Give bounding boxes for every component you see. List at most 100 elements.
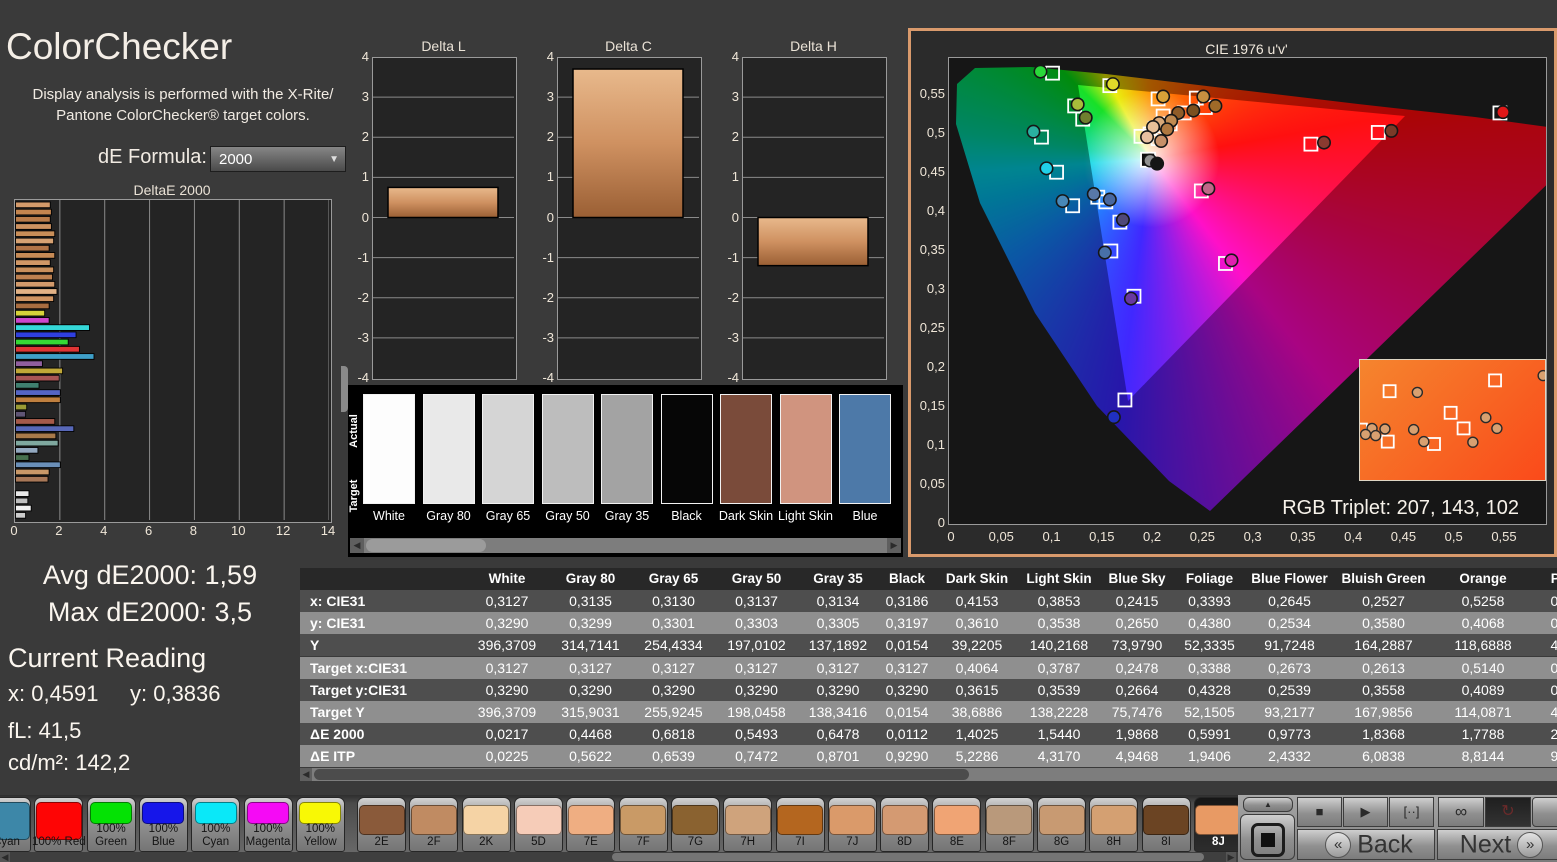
- patch-button-7g[interactable]: 7G: [670, 797, 720, 852]
- refresh-button[interactable]: ↻: [1485, 797, 1531, 827]
- table-cell: 0,3127: [735, 659, 778, 676]
- table-cell: 0,3393: [1188, 593, 1231, 609]
- table-cell: 0,3538: [1037, 615, 1081, 632]
- collapse-button[interactable]: ▲: [1243, 797, 1293, 812]
- table-cell: 0,9290: [885, 748, 929, 765]
- table-row: Target Y 396,3709 315,9031 255,9245 198,0458…: [300, 701, 1557, 723]
- step-button[interactable]: [··]: [1389, 797, 1434, 827]
- table-cell: 314,7141: [561, 637, 620, 654]
- table-row-label: Y: [310, 637, 320, 654]
- patch-button-100-green[interactable]: 100% Green: [86, 797, 136, 852]
- swatch-scroll-thumb[interactable]: [366, 539, 486, 552]
- table-cell: 6,0838: [1362, 748, 1405, 765]
- table-cell: 1,5440: [1037, 726, 1081, 743]
- patch-label: 2F: [427, 836, 441, 848]
- continuous-button[interactable]: ∞: [1438, 797, 1484, 827]
- table-row: y: CIE31 0,3290 0,3299 0,3301 0,3303 0,3305 0,…: [300, 612, 1557, 635]
- next-button[interactable]: Next»: [1437, 829, 1557, 860]
- refresh-icon: ↻: [1501, 803, 1515, 820]
- axis-tick-label: 0: [731, 209, 739, 225]
- table-cell: 0,4153: [955, 593, 999, 609]
- patch-button-8d[interactable]: 8D: [880, 797, 930, 852]
- table-cell: 1,7788: [1461, 726, 1505, 743]
- table-cell: 52,3335: [1184, 637, 1235, 654]
- table-cell: 0,3615: [955, 681, 999, 698]
- table-cell: 5,2286: [955, 748, 999, 765]
- table-col-header: Gray 35: [813, 571, 863, 586]
- patch-button-8j[interactable]: 8J: [1193, 797, 1243, 852]
- patch-color-chip: [986, 805, 1033, 835]
- step-icon: [··]: [1403, 804, 1420, 819]
- axis-tick-label: 0,15: [1089, 529, 1115, 544]
- axis-tick-label: 2: [55, 523, 63, 538]
- table-cell: 1,9406: [1188, 748, 1231, 765]
- axis-tick-label: 3: [361, 89, 369, 105]
- table-cell: 0,3580: [1362, 615, 1405, 632]
- patch-button-7h[interactable]: 7H: [723, 797, 773, 852]
- patch-button-7e[interactable]: 7E: [566, 797, 616, 852]
- patch-button-100-cyan[interactable]: 100% Cyan: [191, 797, 241, 852]
- table-cell: 0,3299: [569, 615, 612, 632]
- patch-button-5d[interactable]: 5D: [514, 797, 563, 852]
- table-cell: 8,8144: [1461, 748, 1505, 765]
- axis-tick-label: -3: [727, 329, 739, 345]
- table-row: Y 396,3709 314,7141 254,4334 197,0102 137,189…: [300, 634, 1557, 657]
- extra-button[interactable]: [1532, 797, 1557, 827]
- table-row: Target x:CIE31 0,3127 0,3127 0,3127 0,3127 0,…: [300, 656, 1557, 679]
- table-cell: 140,2168: [1029, 637, 1089, 654]
- patch-scrollbar[interactable]: ◀ ▶: [0, 852, 1238, 862]
- scroll-right-icon[interactable]: ▶: [887, 538, 901, 553]
- patch-button-7f[interactable]: 7F: [618, 797, 668, 852]
- pattern-window-button[interactable]: [1240, 814, 1295, 860]
- scroll-left-icon[interactable]: ◀: [350, 538, 364, 553]
- reading-fl: fL: 41,5: [8, 718, 82, 743]
- swatch-scrollbar[interactable]: ◀ ▶: [350, 538, 901, 553]
- patch-button-100-magenta[interactable]: 100% Magenta: [243, 797, 293, 852]
- patch-button-8h[interactable]: 8H: [1089, 797, 1139, 852]
- stop-button[interactable]: ■: [1297, 797, 1342, 827]
- patch-button-8g[interactable]: 8G: [1037, 797, 1086, 852]
- measurement-table: White Gray 80 Gray 65 Gray 50 Gray 35 Black Da…: [300, 568, 1557, 768]
- de-formula-dropdown[interactable]: 2000 ▼: [210, 146, 346, 172]
- table-cell: 38,6886: [951, 704, 1003, 720]
- table-col-header: Light Skin: [1026, 571, 1092, 586]
- axis-tick-label: 0,1: [926, 437, 945, 452]
- table-col-header: Gray 80: [565, 571, 616, 586]
- swatch-blue: [839, 394, 891, 504]
- patch-button-2k[interactable]: 2K: [461, 797, 511, 852]
- table-scroll-thumb[interactable]: [314, 769, 969, 780]
- patch-label: 100% Blue: [148, 823, 179, 848]
- patch-label: 2K: [479, 836, 494, 848]
- scroll-left-icon[interactable]: ◀: [300, 768, 312, 781]
- scroll-right-icon[interactable]: ▶: [1226, 852, 1236, 862]
- patch-button-7j[interactable]: 7J: [827, 797, 877, 852]
- patch-label: 7J: [846, 836, 859, 848]
- axis-tick-label: -1: [357, 249, 369, 265]
- axis-tick-label: 0,2: [1143, 529, 1162, 544]
- table-cell: 46,44: [1550, 704, 1557, 720]
- patch-button-100-blue[interactable]: 100% Blue: [138, 797, 188, 852]
- cie-diagram-panel: CIE 1976 u'v' 0,55 0,5 0,45 0,4 0,35 0,3 0,25 0…: [908, 28, 1557, 557]
- patch-button-8i[interactable]: 8I: [1141, 797, 1191, 852]
- patch-button-8f[interactable]: 8F: [984, 797, 1034, 852]
- back-button[interactable]: «Back: [1297, 829, 1435, 860]
- play-button[interactable]: ▶: [1343, 797, 1388, 827]
- axis-tick-label: 0,3: [926, 281, 945, 296]
- de-formula-value: 2000: [219, 151, 253, 168]
- patch-button-cyan[interactable]: Cyan: [0, 797, 31, 852]
- scroll-left-icon[interactable]: ◀: [0, 852, 10, 862]
- patch-button-100-yellow[interactable]: 100% Yellow: [295, 797, 345, 852]
- patch-button-2f[interactable]: 2F: [409, 797, 459, 852]
- patch-button-2e[interactable]: 2E: [357, 797, 407, 852]
- patch-button-7i[interactable]: 7I: [775, 797, 825, 852]
- patch-button-100-red[interactable]: 100% Red: [32, 797, 86, 852]
- table-cell: 0,3787: [1037, 659, 1081, 676]
- patch-button-8e[interactable]: 8E: [932, 797, 982, 852]
- patch-scroll-thumb[interactable]: [612, 853, 1204, 861]
- splitter-handle[interactable]: [341, 366, 348, 412]
- table-scrollbar[interactable]: ◀: [300, 768, 1557, 781]
- table-cell: 396,3709: [477, 704, 537, 720]
- patch-color-chip: [829, 805, 876, 835]
- axis-tick-label: 0,15: [919, 398, 945, 413]
- table-cell: 1,4025: [955, 726, 999, 743]
